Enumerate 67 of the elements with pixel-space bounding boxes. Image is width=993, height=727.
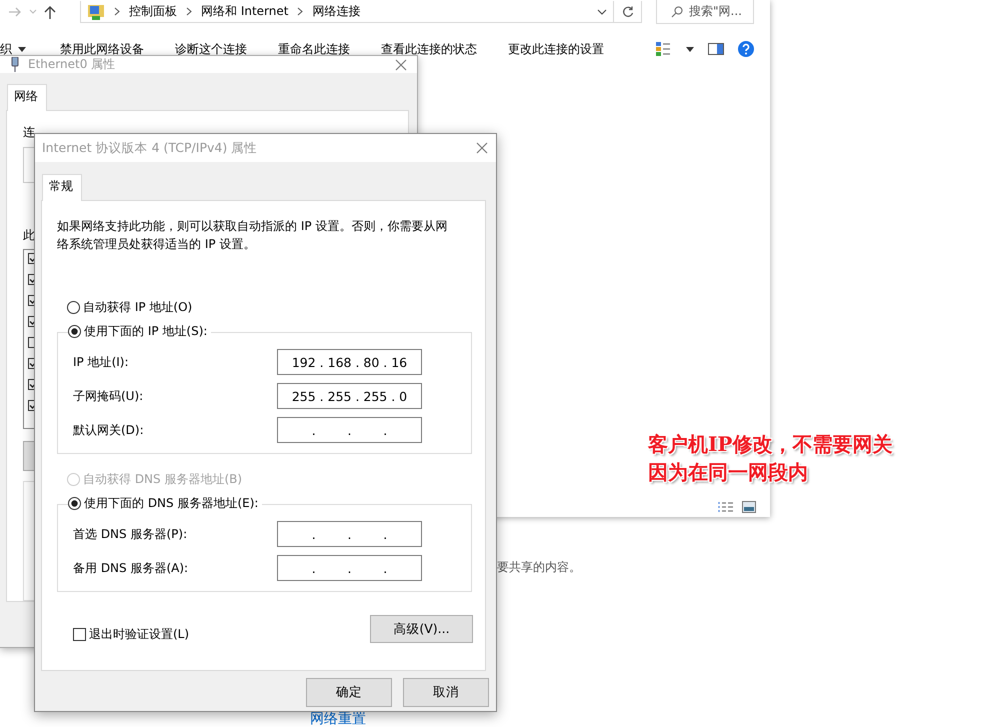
chevron-right-icon bbox=[114, 7, 120, 16]
breadcrumb-item[interactable]: 网络连接 bbox=[312, 3, 360, 20]
toolbar-button[interactable]: 禁用此网络设备 bbox=[60, 40, 144, 58]
checkbox[interactable]: 退出时验证设置(L) bbox=[73, 626, 190, 642]
address-bar[interactable]: 控制面板 网络和 Internet 网络连接 bbox=[80, 1, 614, 23]
toolbar-button[interactable]: 织 bbox=[0, 40, 26, 58]
breadcrumb-item[interactable]: 控制面板 bbox=[129, 3, 177, 20]
radio-icon bbox=[68, 325, 81, 338]
field-label: 子网掩码(U): bbox=[73, 388, 144, 404]
search-icon bbox=[671, 6, 683, 18]
toolbar-button[interactable]: 诊断这个连接 bbox=[175, 40, 247, 58]
caret-icon[interactable] bbox=[686, 46, 694, 52]
annotation-text: 因为在同一网段内 bbox=[648, 459, 809, 486]
ip-address-field[interactable]: 192 . 168 . 80 . 16 bbox=[277, 349, 422, 375]
large-icons-view-icon[interactable] bbox=[742, 501, 756, 513]
ok-button[interactable]: 确定 bbox=[306, 678, 392, 707]
dropdown-caret-icon[interactable] bbox=[597, 8, 607, 14]
checkbox[interactable] bbox=[28, 316, 34, 327]
field-label: 此 bbox=[23, 227, 35, 244]
checkbox[interactable] bbox=[28, 379, 34, 390]
component-list[interactable] bbox=[23, 249, 34, 429]
window-title: Internet 协议版本 4 (TCP/IPv4) 属性 bbox=[42, 140, 258, 156]
view-options-icon[interactable] bbox=[656, 42, 672, 56]
cancel-button[interactable]: 取消 bbox=[403, 678, 489, 707]
checkbox[interactable] bbox=[28, 295, 34, 306]
refresh-icon bbox=[622, 6, 634, 18]
checkbox[interactable] bbox=[28, 253, 34, 264]
radio-icon bbox=[67, 473, 80, 486]
toolbar-button[interactable]: 更改此连接的设置 bbox=[508, 40, 604, 58]
description-text: 如果网络支持此功能，则可以获取自动指派的 IP 设置。否则，你需要从网络系统管理员处获得适当的 IP 设置。 bbox=[57, 218, 448, 253]
field-label: 默认网关(D): bbox=[73, 422, 145, 438]
checkbox[interactable] bbox=[28, 400, 34, 411]
field-label: IP 地址(I): bbox=[73, 354, 130, 370]
description-text: 要共享的内容。 bbox=[497, 559, 581, 576]
field-label: 连 bbox=[23, 124, 35, 141]
close-icon[interactable] bbox=[476, 142, 488, 154]
network-adapter-icon bbox=[10, 57, 20, 72]
tab[interactable]: 网络 bbox=[7, 84, 47, 111]
caret-icon bbox=[18, 46, 26, 52]
refresh-button[interactable] bbox=[614, 1, 642, 23]
network-folder-icon bbox=[87, 2, 105, 20]
chevron-right-icon bbox=[186, 7, 192, 16]
field-label: 备用 DNS 服务器(A): bbox=[73, 560, 190, 576]
toolbar-button[interactable]: 重命名此连接 bbox=[278, 40, 350, 58]
preview-pane-icon[interactable] bbox=[708, 43, 724, 55]
breadcrumb-item[interactable]: 网络和 Internet bbox=[201, 3, 288, 20]
up-arrow-icon[interactable] bbox=[44, 6, 56, 18]
annotation-text: 客户机IP修改，不需要网关 bbox=[648, 431, 892, 458]
help-icon[interactable] bbox=[738, 41, 754, 57]
close-icon[interactable] bbox=[395, 58, 407, 70]
radio-icon bbox=[68, 497, 81, 510]
advanced-button[interactable]: 高级(V)... bbox=[370, 615, 473, 643]
checkbox[interactable] bbox=[28, 358, 34, 369]
checkbox-icon bbox=[73, 628, 86, 640]
chevron-right-icon bbox=[297, 7, 304, 16]
field-label: 首选 DNS 服务器(P): bbox=[73, 526, 188, 542]
search-field[interactable]: 搜索"网... bbox=[656, 0, 754, 24]
ip-address-field[interactable]: 255 . 255 . 255 . 0 bbox=[277, 383, 422, 409]
toolbar-button[interactable]: 查看此连接的状态 bbox=[381, 40, 477, 58]
window-title: Ethernet0 属性 bbox=[28, 56, 116, 73]
tab[interactable]: 常规 bbox=[42, 174, 82, 201]
details-view-icon[interactable] bbox=[718, 501, 734, 513]
ip-address-field[interactable]: . . . bbox=[277, 521, 422, 547]
checkbox[interactable] bbox=[28, 274, 34, 285]
radio-icon bbox=[67, 301, 80, 314]
ip-address-field[interactable]: . . . bbox=[277, 555, 422, 581]
ip-address-field[interactable]: . . . bbox=[277, 417, 422, 443]
